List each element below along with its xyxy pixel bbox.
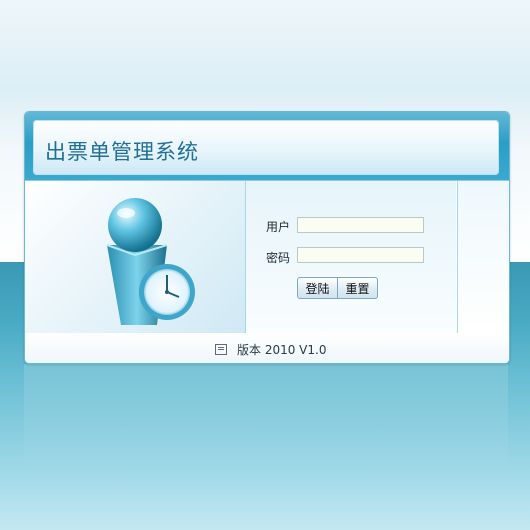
login-body: 用户 密码 登陆 重置 bbox=[25, 180, 509, 334]
password-label: 密码 bbox=[266, 251, 291, 265]
password-input[interactable] bbox=[297, 247, 424, 263]
illustration-area bbox=[25, 181, 246, 333]
login-panel: 出票单管理系统 用户 密码 登陆 重置 版本 2010 V1.0 bbox=[24, 111, 510, 364]
username-label: 用户 bbox=[266, 220, 291, 234]
header-bar: 出票单管理系统 bbox=[25, 112, 509, 180]
user-clock-icon bbox=[106, 198, 195, 325]
version-info: 版本 2010 V1.0 bbox=[215, 341, 326, 358]
username-input[interactable] bbox=[297, 217, 424, 233]
login-button[interactable]: 登陆 bbox=[298, 278, 337, 298]
app-title: 出票单管理系统 bbox=[45, 140, 199, 164]
header-banner: 出票单管理系统 bbox=[33, 120, 499, 175]
panel-reflection bbox=[24, 364, 508, 474]
side-area bbox=[457, 181, 509, 333]
form-buttons: 登陆 重置 bbox=[297, 277, 378, 299]
document-icon bbox=[215, 344, 227, 355]
reset-button[interactable]: 重置 bbox=[337, 278, 377, 298]
version-text: 版本 2010 V1.0 bbox=[237, 343, 327, 357]
footer-bar: 版本 2010 V1.0 bbox=[25, 333, 509, 363]
